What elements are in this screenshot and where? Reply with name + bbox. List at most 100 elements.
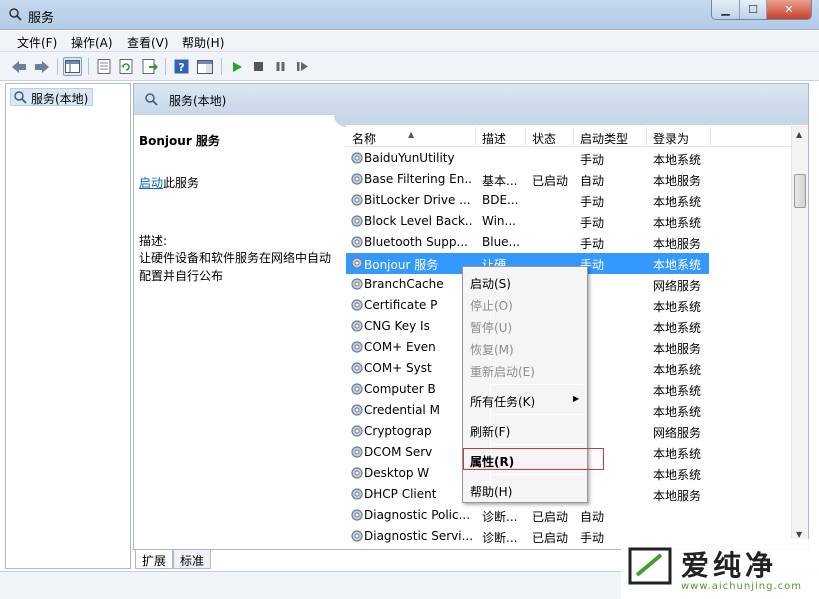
service-gear-icon <box>350 508 364 525</box>
console-tree: 服务(本地) <box>5 83 131 569</box>
close-button[interactable]: ✕ <box>766 0 811 19</box>
stop-service-icon[interactable] <box>249 57 268 76</box>
cell-desc: 诊断... <box>482 510 518 524</box>
table-row[interactable]: Bluetooth Supp... Blue... 手动 本地服务 <box>346 232 796 253</box>
column-description[interactable]: 描述 <box>482 130 506 147</box>
start-service-link[interactable]: 启动 <box>139 176 163 190</box>
tree-item-label: 服务(本地) <box>31 92 89 106</box>
service-gear-icon <box>350 340 364 357</box>
cell-logon: 本地服务 <box>653 237 702 251</box>
cell-logon: 本地系统 <box>653 300 702 314</box>
menu-item-all-tasks[interactable]: 所有任务(K) ▶ <box>465 390 585 410</box>
cell-logon: 本地系统 <box>653 258 702 272</box>
service-gear-icon <box>350 424 364 441</box>
table-row[interactable]: Base Filtering En... 基本... 已启动 自动 本地服务 <box>346 169 796 190</box>
table-row[interactable]: Diagnostic Polic... 诊断... 已启动 自动 <box>346 505 796 526</box>
properties-sheet-icon[interactable] <box>94 57 113 76</box>
service-gear-icon <box>350 319 364 336</box>
cell-name: Desktop W <box>364 466 430 480</box>
submenu-arrow-icon: ▶ <box>573 394 580 403</box>
table-row[interactable]: Block Level Back... Win... 手动 本地系统 <box>346 211 796 232</box>
cell-startup: 手动 <box>580 531 605 545</box>
column-header-row: 名称 ▲ 描述 状态 启动类型 登录为 <box>346 125 808 147</box>
svg-text:?: ? <box>178 61 184 74</box>
column-logon-as[interactable]: 登录为 <box>653 130 689 147</box>
cell-name: DCOM Serv <box>364 445 433 459</box>
menu-help[interactable]: 帮助(H) <box>182 34 224 51</box>
vertical-scrollbar[interactable]: ▲ ▼ <box>791 126 808 544</box>
menu-action[interactable]: 操作(A) <box>71 34 113 51</box>
cell-desc: Win... <box>482 214 516 228</box>
description-label: 描述: <box>139 234 168 248</box>
cell-name: CNG Key Is <box>364 319 430 333</box>
menu-item-start[interactable]: 启动(S) <box>465 272 585 292</box>
column-name[interactable]: 名称 <box>352 130 376 147</box>
cell-desc: 诊断... <box>482 531 518 545</box>
menu-bar: 文件(F) 操作(A) 查看(V) 帮助(H) <box>0 31 819 52</box>
table-row[interactable]: BitLocker Drive ... BDE... 手动 本地系统 <box>346 190 796 211</box>
scrollbar-thumb[interactable] <box>794 174 806 208</box>
cell-startup: 手动 <box>580 216 605 230</box>
watermark-brand: 爱纯净 <box>681 549 778 582</box>
window-title: 服务 <box>28 11 55 26</box>
toolbar: ? <box>0 52 819 81</box>
description-text: 让硬件设备和软件服务在网络中自动配置并自行公布 <box>139 251 332 283</box>
cell-logon: 本地服务 <box>653 489 702 503</box>
scroll-up-icon[interactable]: ▲ <box>796 130 802 139</box>
back-icon[interactable] <box>9 57 28 76</box>
tree-item-services-local[interactable]: 服务(本地) <box>10 88 94 106</box>
start-service-suffix: 此服务 <box>163 176 200 190</box>
menu-item-resume: 恢复(M) <box>470 343 514 357</box>
cell-status: 已启动 <box>532 531 569 545</box>
menu-file[interactable]: 文件(F) <box>17 34 57 51</box>
cell-desc: Blue... <box>482 235 520 249</box>
restart-service-icon[interactable] <box>293 57 312 76</box>
watermark: 爱纯净 www.aichunjing.com <box>621 539 819 599</box>
cell-name: BranchCache <box>364 277 444 291</box>
cell-logon: 本地系统 <box>653 321 702 335</box>
service-gear-icon <box>350 445 364 462</box>
cell-logon: 网络服务 <box>653 426 702 440</box>
services-search-icon <box>9 8 22 21</box>
tab-extended[interactable]: 扩展 <box>135 550 174 569</box>
service-gear-icon <box>350 361 364 378</box>
service-gear-icon <box>350 487 364 504</box>
cell-logon: 本地系统 <box>653 447 702 461</box>
column-startup-type[interactable]: 启动类型 <box>580 130 628 147</box>
cell-startup: 手动 <box>580 195 605 209</box>
cell-name: COM+ Even <box>364 340 436 354</box>
export-list-icon[interactable] <box>140 57 159 76</box>
service-gear-icon <box>350 277 364 294</box>
scroll-down-icon[interactable]: ▼ <box>796 530 802 539</box>
tab-standard[interactable]: 标准 <box>173 550 212 569</box>
forward-icon[interactable] <box>32 57 51 76</box>
service-gear-icon <box>350 256 364 273</box>
menu-item-help[interactable]: 帮助(H) <box>465 480 585 500</box>
service-gear-icon <box>350 298 364 315</box>
cell-logon: 本地系统 <box>653 216 702 230</box>
menu-item-refresh[interactable]: 刷新(F) <box>465 420 585 440</box>
cell-logon: 本地系统 <box>653 195 702 209</box>
cell-startup: 自动 <box>580 174 605 188</box>
service-gear-icon <box>350 529 364 545</box>
menu-view[interactable]: 查看(V) <box>127 34 169 51</box>
menu-item-pause: 暂停(U) <box>470 321 513 335</box>
cell-name: Diagnostic Polic... <box>364 508 471 522</box>
refresh-icon[interactable] <box>117 57 136 76</box>
service-gear-icon <box>350 214 364 231</box>
pause-service-icon[interactable] <box>271 57 290 76</box>
cell-desc: BDE... <box>482 193 519 207</box>
help-icon[interactable]: ? <box>172 57 191 76</box>
start-service-icon[interactable] <box>227 57 246 76</box>
cell-name: Bonjour 服务 <box>364 258 439 272</box>
minimize-button[interactable]: ▁ <box>712 0 739 19</box>
cell-name: Computer B <box>364 382 436 396</box>
table-row[interactable]: BaiduYunUtility 手动 本地系统 <box>346 148 796 169</box>
service-gear-icon <box>350 466 364 483</box>
cell-name: DHCP Client <box>364 487 437 501</box>
maximize-button[interactable]: ☐ <box>739 0 766 19</box>
cell-name: Base Filtering En... <box>364 172 472 186</box>
console-tree-icon[interactable] <box>63 57 82 76</box>
column-status[interactable]: 状态 <box>532 130 556 147</box>
show-hide-action-pane-icon[interactable] <box>195 57 214 76</box>
